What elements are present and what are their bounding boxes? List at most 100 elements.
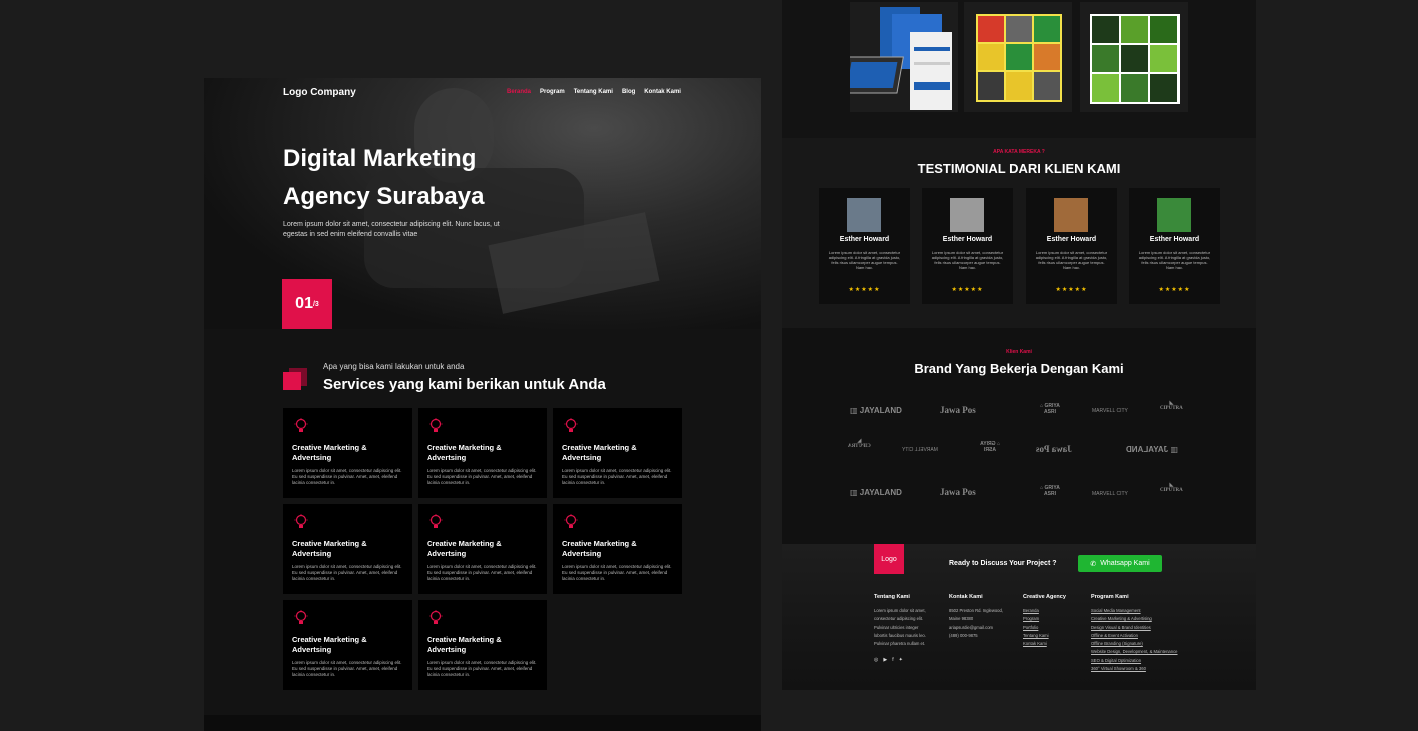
service-card-desc: Lorem ipsum dolor sit amet, consectetur … bbox=[292, 660, 402, 677]
facebook-icon[interactable]: f bbox=[892, 657, 893, 663]
service-card[interactable]: Creative Marketing & Advertsing Lorem ips… bbox=[283, 408, 412, 498]
service-card-desc: Lorem ipsum dolor sit amet, consectetur … bbox=[292, 564, 402, 581]
main-nav: Beranda Program Tentang Kami Blog Kontak… bbox=[507, 89, 681, 95]
nav-blog[interactable]: Blog bbox=[622, 89, 635, 95]
logo[interactable]: Logo Company bbox=[283, 87, 356, 98]
service-card-title: Creative Marketing & Advertsing bbox=[292, 443, 367, 462]
testimonial-text: Lorem ipsum dolor sit amet, consectetur … bbox=[828, 250, 901, 270]
service-card[interactable]: Creative Marketing & Advertsing Lorem ips… bbox=[283, 504, 412, 594]
whatsapp-icon: ✆ bbox=[1090, 560, 1097, 568]
testimonial-name: Esther Howard bbox=[942, 236, 993, 243]
nav-program[interactable]: Program bbox=[540, 89, 565, 95]
brand-griya-asri-3: ⌂ GRIYA ASRI bbox=[1040, 485, 1060, 497]
lightbulb-icon bbox=[564, 514, 578, 530]
testimonial-card: Esther Howard Lorem ipsum dolor sit amet,… bbox=[922, 188, 1013, 304]
footer-link[interactable]: Offline & Event Activation bbox=[1091, 632, 1178, 640]
rating-stars: ★★★★★ bbox=[951, 287, 984, 293]
nav-beranda[interactable]: Beranda bbox=[507, 89, 531, 95]
service-card[interactable]: Creative Marketing & Advertsing Lorem ips… bbox=[418, 600, 547, 690]
footer-text: ariapsurdie@gmail.com bbox=[949, 624, 994, 630]
brand-ciputra-2: ◣ CIPUTRA bbox=[848, 439, 871, 449]
nav-kontak-kami[interactable]: Kontak Kami bbox=[644, 89, 681, 95]
footer-link[interactable]: Program bbox=[1023, 615, 1066, 623]
services-subtitle: Apa yang bisa kami lakukan untuk anda bbox=[323, 362, 465, 371]
next-section-edge bbox=[204, 715, 761, 731]
testimonial-name: Esther Howard bbox=[1046, 236, 1097, 243]
service-card-title: Creative Marketing & Advertsing bbox=[427, 443, 502, 462]
portfolio-item-realestate[interactable] bbox=[1080, 2, 1188, 112]
service-card[interactable]: Creative Marketing & Advertsing Lorem ips… bbox=[418, 504, 547, 594]
nav-tentang-kami[interactable]: Tentang Kami bbox=[574, 89, 613, 95]
brand-marvell-city-2: MARVELL CITY bbox=[902, 447, 938, 453]
service-card[interactable]: Creative Marketing & Advertsing Lorem ips… bbox=[418, 408, 547, 498]
hero-description: Lorem ipsum dolor sit amet, consectetur … bbox=[283, 221, 500, 238]
footer-link[interactable]: Kontak Kami bbox=[1023, 640, 1066, 648]
hero-title-line2: Agency Surabaya bbox=[283, 183, 485, 210]
services-title: Services yang kami berikan untuk Anda bbox=[323, 376, 606, 393]
footer-col-title: Creative Agency bbox=[1023, 594, 1066, 600]
slide-counter: 01/3 bbox=[282, 279, 332, 329]
rating-stars: ★★★★★ bbox=[1158, 287, 1191, 293]
avatar bbox=[847, 198, 881, 232]
footer-link[interactable]: Creative Marketing & Advertising bbox=[1091, 615, 1178, 623]
twitter-icon[interactable]: ✦ bbox=[899, 657, 903, 663]
testimonial-text: Lorem ipsum dolor sit amet, consectetur … bbox=[1138, 250, 1211, 270]
landing-page-right: APA KATA MEREKA ? TESTIMONIAL DARI KLIEN… bbox=[782, 0, 1256, 690]
rating-stars: ★★★★★ bbox=[1055, 287, 1088, 293]
services-icon bbox=[283, 368, 309, 392]
avatar bbox=[1157, 198, 1191, 232]
avatar bbox=[950, 198, 984, 232]
avatar bbox=[1054, 198, 1088, 232]
brand-marvell-city: MARVELL CITY bbox=[1092, 408, 1128, 414]
footer-link[interactable]: SEO & Digital Optimization bbox=[1091, 657, 1178, 665]
slide-total: /3 bbox=[312, 300, 319, 308]
brand-ciputra-3: ◣ CIPUTRA bbox=[1160, 483, 1183, 493]
brand-jayaland-2: ▥ JAYALAND bbox=[1126, 445, 1178, 454]
footer-link[interactable]: Website Design, Development, & Maintenan… bbox=[1091, 648, 1178, 656]
service-card[interactable]: Creative Marketing & Advertsing Lorem ips… bbox=[283, 600, 412, 690]
lightbulb-icon bbox=[429, 418, 443, 434]
footer-link[interactable]: Portfolio bbox=[1023, 624, 1066, 632]
footer-link[interactable]: Design Visual & Brand Identities bbox=[1091, 624, 1178, 632]
instagram-icon[interactable]: ◎ bbox=[874, 657, 878, 663]
footer-text: 8502 Preston Rd. Inglewood, bbox=[949, 608, 1004, 613]
lightbulb-icon bbox=[429, 610, 443, 626]
footer-text: Lorem ipsum dolor sit amet, bbox=[874, 608, 926, 613]
lightbulb-icon bbox=[564, 418, 578, 434]
whatsapp-button[interactable]: ✆ Whatsapp Kami bbox=[1078, 555, 1162, 572]
testimonial-text: Lorem ipsum dolor sit amet, consectetur … bbox=[931, 250, 1004, 270]
lightbulb-icon bbox=[294, 610, 308, 626]
footer-col-title: Kontak Kami bbox=[949, 594, 983, 600]
youtube-icon[interactable]: ▶ bbox=[883, 657, 887, 663]
brand-griya-asri-2: ⌂ GRIYA ASRI bbox=[980, 441, 1000, 453]
lightbulb-icon bbox=[294, 514, 308, 530]
service-card-desc: Lorem ipsum dolor sit amet, consectetur … bbox=[562, 564, 672, 581]
hero-title: Digital Marketing Agency Surabaya bbox=[283, 140, 583, 216]
testimonial-card: Esther Howard Lorem ipsum dolor sit amet,… bbox=[819, 188, 910, 304]
footer-text: Maine 98380 bbox=[949, 616, 974, 622]
brand-jayaland: ▥ JAYALAND bbox=[850, 406, 902, 415]
service-card-title: Creative Marketing & Advertsing bbox=[292, 539, 367, 558]
portfolio-item-web[interactable] bbox=[838, 2, 958, 112]
testimonial-subtitle: APA KATA MEREKA ? bbox=[993, 149, 1045, 155]
service-card-desc: Lorem ipsum dolor sit amet, consectetur … bbox=[427, 660, 537, 677]
portfolio-item-social[interactable] bbox=[964, 2, 1072, 112]
testimonial-title: TESTIMONIAL DARI KLIEN KAMI bbox=[917, 161, 1121, 176]
brand-jawapos-3: Jawa Pos bbox=[940, 487, 976, 497]
testimonial-name: Esther Howard bbox=[839, 236, 890, 243]
footer-link[interactable]: Beranda bbox=[1023, 607, 1066, 615]
brand-jayaland-3: ▥ JAYALAND bbox=[850, 488, 902, 497]
whatsapp-button-label: Whatsapp Kami bbox=[1100, 560, 1150, 567]
footer-col-title: Tentang Kami bbox=[874, 594, 910, 600]
service-card[interactable]: Creative Marketing & Advertsing Lorem ips… bbox=[553, 408, 682, 498]
footer-link[interactable]: Tentang Kami bbox=[1023, 632, 1066, 640]
testimonial-section: APA KATA MEREKA ? TESTIMONIAL DARI KLIEN… bbox=[782, 138, 1256, 328]
social-links: ◎ ▶ f ✦ bbox=[874, 657, 903, 663]
footer-link[interactable]: Offline Branding (Signature) bbox=[1091, 640, 1178, 648]
laptop-mockup-icon bbox=[838, 7, 952, 110]
footer-link[interactable]: 360° Virtual Showroom & 360 bbox=[1091, 665, 1178, 673]
footer-col-kontak: Kontak Kami 8502 Preston Rd. Inglewood, M… bbox=[949, 594, 1003, 640]
service-card[interactable]: Creative Marketing & Advertsing Lorem ips… bbox=[553, 504, 682, 594]
footer-logo[interactable]: Logo bbox=[874, 544, 904, 574]
footer-link[interactable]: Social Media Management bbox=[1091, 607, 1178, 615]
